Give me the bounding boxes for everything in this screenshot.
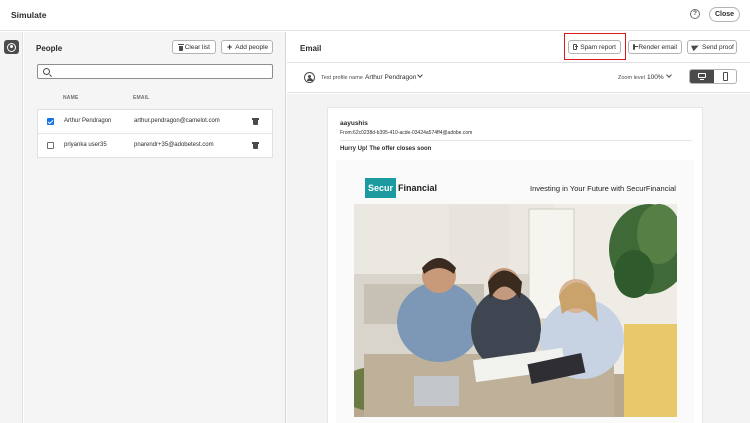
spam-report-button[interactable]: Spam report bbox=[568, 40, 621, 54]
trash-icon bbox=[178, 43, 184, 51]
row-email: arthur.pendragon@camelot.com bbox=[134, 118, 220, 124]
chevron-down-icon[interactable] bbox=[666, 72, 672, 78]
send-proof-label: Send proof bbox=[702, 43, 734, 51]
email-tagline: Investing in Your Future with SecurFinan… bbox=[530, 184, 676, 193]
row-checkbox[interactable] bbox=[47, 142, 54, 149]
render-email-icon bbox=[633, 44, 639, 50]
profile-avatar-icon bbox=[304, 72, 315, 83]
test-profile-select[interactable]: Arthur Pendragon bbox=[365, 74, 416, 81]
dialog-title: Simulate bbox=[11, 10, 47, 20]
add-people-label: Add people bbox=[235, 43, 269, 51]
row-checkbox[interactable] bbox=[47, 118, 54, 125]
email-card: aayushis From:62c0238d-b395-410-acde-034… bbox=[327, 107, 703, 423]
left-rail bbox=[0, 32, 23, 423]
chevron-down-icon[interactable] bbox=[417, 72, 423, 78]
people-panel: People Clear list + Add people NAME EMAI… bbox=[24, 32, 286, 423]
email-panel: Email Spam report Render email Send proo… bbox=[287, 32, 750, 423]
hero-image bbox=[354, 204, 677, 417]
table-row[interactable]: priyanka user35 pnarendr+35@adobetest.co… bbox=[38, 134, 272, 158]
preview-controls: Test profile name Arthur Pendragon Zoom … bbox=[287, 63, 750, 93]
email-from: From:62c0238d-b395-410-acde-03424a574ff4… bbox=[340, 130, 473, 136]
table-row[interactable]: Arthur Pendragon arthur.pendragon@camelo… bbox=[38, 110, 272, 134]
mobile-view-button[interactable] bbox=[714, 70, 736, 83]
search-icon bbox=[43, 68, 50, 75]
divider bbox=[340, 140, 692, 141]
trash-icon[interactable] bbox=[251, 118, 259, 125]
help-icon[interactable]: ? bbox=[690, 9, 700, 19]
email-subject: Hurry Up! The offer closes soon bbox=[340, 146, 432, 152]
desktop-icon bbox=[698, 73, 706, 78]
trash-icon[interactable] bbox=[251, 142, 259, 149]
render-email-label: Render email bbox=[638, 43, 677, 51]
people-search[interactable] bbox=[37, 64, 273, 79]
spam-report-icon bbox=[573, 44, 579, 50]
logo-mark: Secur bbox=[365, 178, 397, 198]
zoom-level-select[interactable]: 100% bbox=[647, 74, 664, 81]
email-preview-area: aayushis From:62c0238d-b395-410-acde-034… bbox=[287, 94, 750, 423]
mobile-icon bbox=[722, 72, 728, 81]
view-mode-toggle bbox=[689, 69, 737, 84]
spam-report-label: Spam report bbox=[580, 43, 616, 51]
column-header-email: EMAIL bbox=[133, 95, 150, 101]
test-profile-label: Test profile name bbox=[321, 75, 363, 81]
render-email-button[interactable]: Render email bbox=[628, 40, 682, 54]
close-button[interactable]: Close bbox=[709, 7, 740, 22]
send-proof-button[interactable]: Send proof bbox=[687, 40, 737, 54]
send-icon bbox=[691, 42, 700, 52]
add-people-button[interactable]: + Add people bbox=[221, 40, 273, 54]
people-title: People bbox=[36, 44, 63, 53]
row-name: Arthur Pendragon bbox=[64, 118, 112, 124]
clear-list-label: Clear list bbox=[184, 43, 210, 51]
top-bar: Simulate ? Close bbox=[0, 0, 750, 31]
clear-list-button[interactable]: Clear list bbox=[172, 40, 216, 54]
row-email: pnarendr+35@adobetest.com bbox=[134, 142, 214, 148]
logo-text: Financial bbox=[398, 183, 438, 193]
profile-rail-button[interactable] bbox=[4, 40, 19, 54]
desktop-view-button[interactable] bbox=[690, 70, 714, 83]
table-header: NAME EMAIL bbox=[37, 94, 273, 106]
plus-icon: + bbox=[227, 41, 233, 52]
zoom-level-label: Zoom level bbox=[618, 75, 645, 81]
email-sender: aayushis bbox=[340, 120, 368, 127]
people-table: Arthur Pendragon arthur.pendragon@camelo… bbox=[37, 109, 273, 158]
search-input[interactable] bbox=[54, 66, 269, 77]
brand-logo: Secur Financial bbox=[365, 177, 437, 199]
email-title: Email bbox=[300, 44, 322, 53]
column-header-name: NAME bbox=[63, 95, 79, 101]
row-name: priyanka user35 bbox=[64, 142, 107, 148]
